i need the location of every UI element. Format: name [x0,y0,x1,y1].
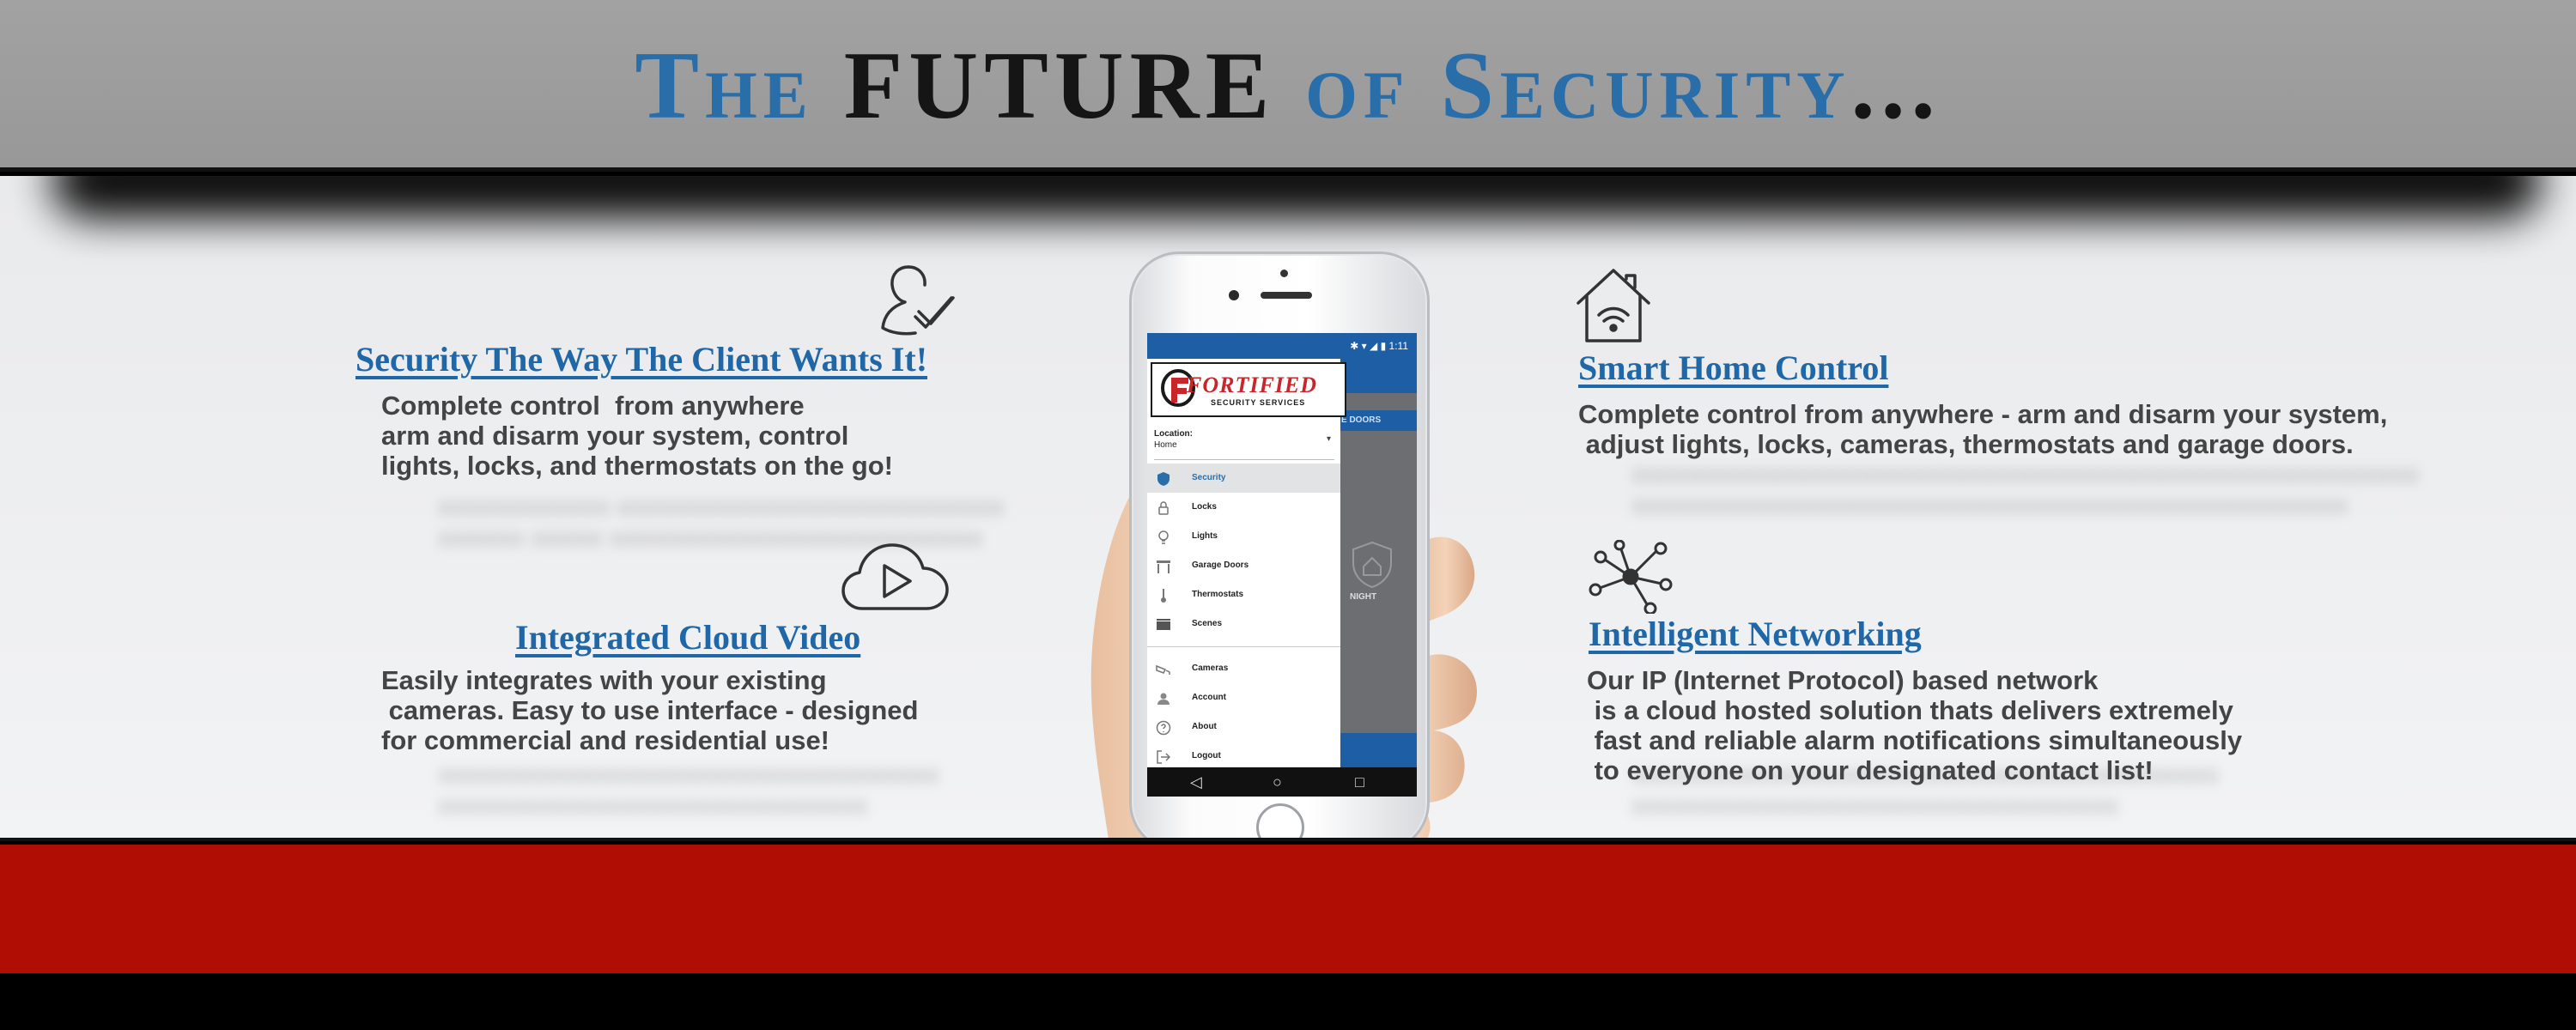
logo-wordmark: FORTIFIED [1187,373,1318,397]
menu-item-garage-doors[interactable]: Garage Doors [1147,551,1340,580]
menu-item-lights[interactable]: Lights [1147,522,1340,551]
menu-item-label: Garage Doors [1192,560,1249,570]
headline-ellipsis: ... [1850,33,1941,139]
feature-title-smart-home: Smart Home Control [1578,348,1889,387]
menu-item-security[interactable]: Security [1147,464,1340,493]
headline-future: FUTURE [843,33,1276,139]
menu-item-locks[interactable]: Locks [1147,493,1340,522]
menu-item-logout[interactable]: Logout [1147,742,1340,771]
location-selector[interactable]: Location: Home ▾ [1154,427,1334,460]
menu-item-label: Scenes [1192,619,1223,628]
black-footer-band [0,973,2576,1030]
menu-item-account[interactable]: Account [1147,683,1340,712]
feature-title-networking: Intelligent Networking [1589,615,1922,653]
menu-item-label: Cameras [1192,663,1229,673]
camera-icon [1156,664,1170,675]
menu-item-about[interactable]: About [1147,712,1340,742]
menu-item-label: About [1192,722,1217,731]
status-icons: ✱ ▾ ◢ ▮ [1350,340,1389,352]
nav-drawer: FORTIFIED SECURITY SERVICES Location: Ho… [1147,359,1346,767]
scenes-icon [1157,619,1170,630]
status-bar: ✱ ▾ ◢ ▮ 1:11 [1147,333,1417,359]
menu-item-label: Lights [1192,531,1218,541]
smartphone: ✱ ▾ ◢ ▮ 1:11 E DOORS NIGHT FORTIFIED SEC… [1129,251,1430,838]
header-shadow [52,176,2542,219]
caret-down-icon: ▾ [1326,434,1331,444]
menu-item-cameras[interactable]: Cameras [1147,654,1340,683]
help-icon [1156,720,1171,736]
red-footer-band [0,845,2576,973]
fortified-logo: FORTIFIED SECURITY SERVICES [1151,362,1346,417]
menu-item-thermostats[interactable]: Thermostats [1147,580,1340,609]
home-circle-icon[interactable]: ○ [1273,772,1282,791]
feature-title-cloud: Integrated Cloud Video [515,618,861,657]
feature-panel: xxxxxxxxxxxx xxxxxxxxxxxxxxxxxxxxxxxxxxx… [0,176,2576,841]
thermometer-icon [1161,589,1166,603]
feature-body-networking: Our IP (Internet Protocol) based network… [1587,665,2243,785]
ghost-text: xxxxxxxxxxxxxxxxxxxxxxxxxxxxxxxxxxx xxxx… [438,760,939,820]
location-label: Location: [1154,429,1193,439]
feature-title-client: Security The Way The Client Wants It! [355,340,928,379]
headline: The FUTURE of Security... [0,29,2576,142]
account-icon [1157,693,1170,705]
location-value: Home [1154,440,1177,450]
garage-icon [1157,560,1170,573]
cloud-video-icon [840,540,953,620]
logout-icon [1157,750,1171,764]
headline-the: The [635,33,844,139]
headline-of-security: of Security [1275,33,1851,139]
back-icon[interactable]: ◁ [1190,772,1202,791]
home-wifi-icon [1573,265,1654,350]
status-time: 1:11 [1388,340,1408,352]
menu-item-label: Account [1192,693,1226,702]
lock-icon [1158,501,1169,515]
user-check-icon [874,260,960,343]
shield-icon [1157,472,1170,486]
logo-tagline: SECURITY SERVICES [1211,398,1306,407]
night-shield-icon[interactable] [1346,539,1398,595]
menu-item-label: Locks [1192,502,1217,512]
feature-body-cloud: Easily integrates with your existing cam… [381,665,919,755]
app-tab-label: E DOORS [1341,415,1382,425]
ghost-text: xxxxxxxxxxxxxxxxxxxxxxxxxxxxxxxxxxxxxxxx… [1631,460,2420,519]
night-label: NIGHT [1350,592,1377,602]
feature-body-client: Complete control from anywhere arm and d… [381,391,893,481]
menu-divider [1147,639,1340,647]
speaker-grille [1261,292,1312,299]
recents-icon[interactable]: □ [1355,772,1364,791]
front-sensor [1229,290,1239,300]
menu-item-scenes[interactable]: Scenes [1147,609,1340,639]
home-button[interactable] [1256,803,1304,838]
lightbulb-icon [1158,530,1169,544]
front-camera [1280,270,1288,277]
menu-item-label: Thermostats [1192,590,1244,599]
phone-screen: ✱ ▾ ◢ ▮ 1:11 E DOORS NIGHT FORTIFIED SEC… [1147,333,1417,797]
network-icon [1589,539,1673,618]
menu-item-label: Logout [1192,751,1221,760]
menu-item-label: Security [1192,473,1226,482]
feature-body-smart-home: Complete control from anywhere - arm and… [1578,399,2388,459]
android-nav-bar: ◁ ○ □ [1147,767,1417,797]
header-band: The FUTURE of Security... [0,0,2576,172]
drawer-menu: Security Locks Lights Garage Doors Therm… [1147,464,1340,771]
